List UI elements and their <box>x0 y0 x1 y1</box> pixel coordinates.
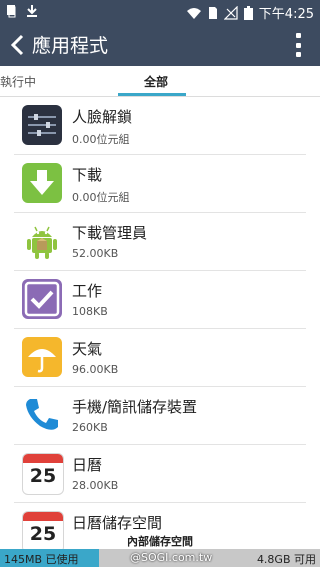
back-arrow-icon[interactable] <box>8 33 28 57</box>
battery-icon <box>243 5 253 20</box>
app-size: 0.00位元組 <box>72 133 130 146</box>
app-row-download-manager[interactable]: 下載管理員 52.00KB <box>0 213 320 271</box>
app-name: 下載 <box>72 166 103 184</box>
storage-used-label: 145MB 已使用 <box>4 553 79 566</box>
app-size: 108KB <box>72 305 108 318</box>
status-time: 下午4:25 <box>258 7 314 22</box>
status-bar: 下午4:25 <box>0 0 320 24</box>
wifi-icon <box>186 7 201 19</box>
app-bar: 應用程式 <box>0 24 320 66</box>
android-robot-icon <box>22 221 62 261</box>
storage-panel: 內部儲存空間 145MB 已使用 @SOGI.com.tw 4.8GB 可用 <box>0 531 320 569</box>
page-title: 應用程式 <box>32 35 109 57</box>
storage-title: 內部儲存空間 <box>127 535 193 548</box>
app-size: 260KB <box>72 421 108 434</box>
overflow-menu-icon[interactable] <box>296 33 302 57</box>
app-row-weather[interactable]: 天氣 96.00KB <box>0 329 320 387</box>
tab-bar: 執行中 全部 <box>0 66 320 96</box>
phone-icon <box>22 395 62 435</box>
app-name: 日曆儲存空間 <box>72 514 163 532</box>
app-row-calendar[interactable]: 25 日曆 28.00KB <box>0 445 320 503</box>
app-name: 工作 <box>72 282 103 300</box>
storage-free-label: 4.8GB 可用 <box>256 553 316 566</box>
download-arrow-icon <box>22 163 62 203</box>
calendar-day: 25 <box>29 465 57 487</box>
app-row-face-unlock[interactable]: 人臉解鎖 0.00位元組 <box>0 97 320 155</box>
app-name: 手機/簡訊儲存裝置 <box>72 398 198 416</box>
face-unlock-icon <box>22 105 62 145</box>
tab-running[interactable]: 執行中 <box>0 73 36 90</box>
app-row-tasks[interactable]: 工作 108KB <box>0 271 320 329</box>
app-size: 96.00KB <box>72 363 119 376</box>
app-size: 28.00KB <box>72 479 119 492</box>
app-list: 人臉解鎖 0.00位元組 下載 0.00位元組 下載管理員 52.00KB 工作… <box>0 97 320 549</box>
app-name: 天氣 <box>72 340 103 358</box>
app-name: 人臉解鎖 <box>72 108 133 126</box>
download-icon <box>27 5 37 17</box>
watermark: @SOGI.com.tw <box>130 551 213 564</box>
app-name: 日曆 <box>72 456 103 474</box>
tab-all[interactable]: 全部 <box>144 73 168 90</box>
checkmark-icon <box>22 279 62 319</box>
calendar-icon: 25 <box>22 453 64 495</box>
sim-icon <box>208 6 217 19</box>
app-size: 52.00KB <box>72 247 119 260</box>
notification-icon <box>7 5 16 18</box>
app-size: 0.00位元組 <box>72 191 130 204</box>
storage-bar: 145MB 已使用 @SOGI.com.tw 4.8GB 可用 <box>0 549 320 567</box>
no-signal-icon <box>223 5 238 20</box>
app-row-download[interactable]: 下載 0.00位元組 <box>0 155 320 213</box>
app-row-phone-storage[interactable]: 手機/簡訊儲存裝置 260KB <box>0 387 320 445</box>
umbrella-icon <box>22 337 62 377</box>
app-name: 下載管理員 <box>72 224 148 242</box>
